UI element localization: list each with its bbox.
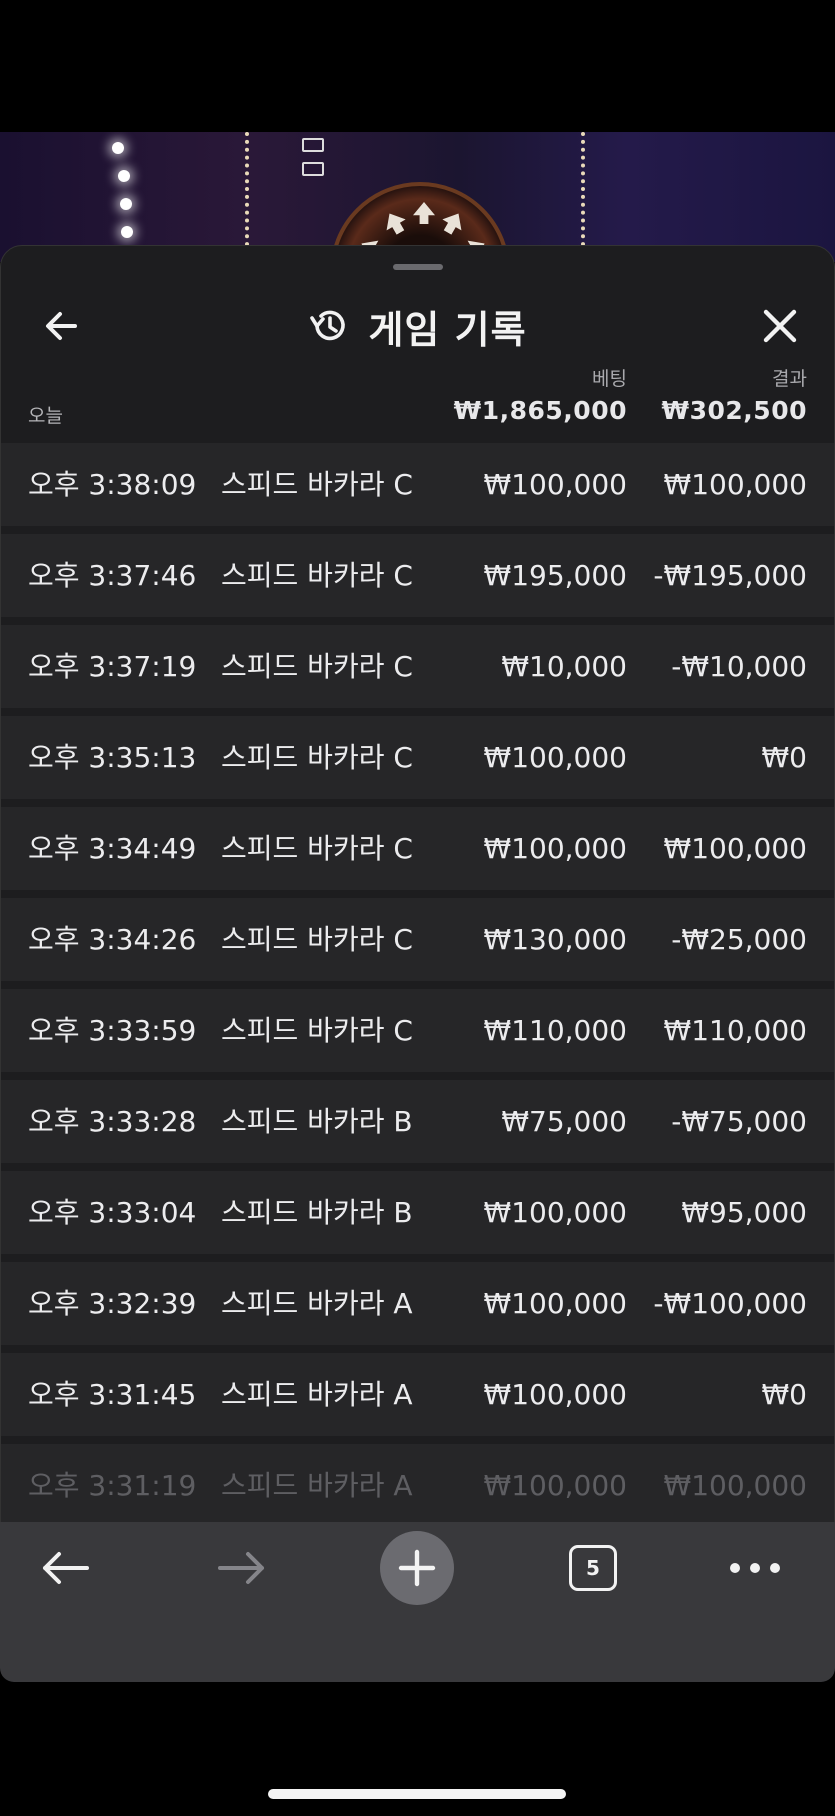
row-result: ₩100,000 <box>663 1469 807 1502</box>
row-time: 오후 3:31:45 <box>28 1378 197 1411</box>
row-game: 스피드 바카라 B <box>221 1196 413 1229</box>
screen-icon <box>302 162 324 176</box>
history-list: 오후 3:38:09 스피드 바카라 C ₩100,000 ₩100,000 오… <box>1 443 834 1524</box>
page-title: 게임 기록 <box>368 307 527 352</box>
row-time: 오후 3:32:39 <box>28 1287 197 1320</box>
sheet-title: 게임 기록 <box>1 286 834 366</box>
row-result: ₩0 <box>761 1378 808 1411</box>
row-time: 오후 3:33:04 <box>28 1196 197 1229</box>
row-bet: ₩100,000 <box>483 741 627 774</box>
row-game: 스피드 바카라 A <box>221 1378 413 1411</box>
table-row[interactable]: 오후 3:33:59 스피드 바카라 C ₩110,000 ₩110,000 <box>1 989 834 1072</box>
row-time: 오후 3:37:46 <box>28 559 197 592</box>
row-bet: ₩100,000 <box>483 832 627 865</box>
arrow-right-icon <box>218 1552 264 1584</box>
row-bet: ₩100,000 <box>483 1469 627 1502</box>
home-indicator[interactable] <box>268 1789 566 1799</box>
row-result: ₩0 <box>761 741 808 774</box>
bet-column-label: 베팅 <box>592 368 627 390</box>
row-game: 스피드 바카라 C <box>221 468 413 501</box>
table-row[interactable]: 오후 3:33:28 스피드 바카라 B ₩75,000 -₩75,000 <box>1 1080 834 1163</box>
light-bulb <box>120 198 132 210</box>
row-bet: ₩110,000 <box>483 1014 627 1047</box>
close-button[interactable] <box>740 286 820 366</box>
row-game: 스피드 바카라 C <box>221 832 413 865</box>
row-bet: ₩100,000 <box>483 1287 627 1320</box>
row-game: 스피드 바카라 A <box>221 1469 413 1502</box>
tabs-button[interactable]: 5 <box>565 1522 621 1614</box>
row-time: 오후 3:33:59 <box>28 1014 197 1047</box>
arrow-left-icon <box>43 1552 89 1584</box>
new-tab-button[interactable] <box>380 1522 454 1614</box>
table-row[interactable]: 오후 3:33:04 스피드 바카라 B ₩100,000 ₩95,000 <box>1 1171 834 1254</box>
row-result: -₩100,000 <box>653 1287 807 1320</box>
row-bet: ₩100,000 <box>483 468 627 501</box>
history-icon <box>310 310 346 341</box>
table-row[interactable]: 오후 3:34:49 스피드 바카라 C ₩100,000 ₩100,000 <box>1 807 834 890</box>
row-game: 스피드 바카라 C <box>221 559 413 592</box>
row-game: 스피드 바카라 A <box>221 1287 413 1320</box>
row-result: ₩110,000 <box>663 1014 807 1047</box>
row-bet: ₩75,000 <box>501 1105 627 1138</box>
row-result: -₩195,000 <box>653 559 807 592</box>
result-column-label: 결과 <box>772 368 807 390</box>
table-row[interactable]: 오후 3:32:39 스피드 바카라 A ₩100,000 -₩100,000 <box>1 1262 834 1345</box>
plus-icon <box>380 1531 454 1605</box>
table-row[interactable]: 오후 3:37:46 스피드 바카라 C ₩195,000 -₩195,000 <box>1 534 834 617</box>
row-time: 오후 3:34:49 <box>28 832 197 865</box>
table-row[interactable]: 오후 3:37:19 스피드 바카라 C ₩10,000 -₩10,000 <box>1 625 834 708</box>
table-row[interactable]: 오후 3:34:26 스피드 바카라 C ₩130,000 -₩25,000 <box>1 898 834 981</box>
row-game: 스피드 바카라 C <box>221 741 413 774</box>
table-row[interactable]: 오후 3:31:19 스피드 바카라 A ₩100,000 ₩100,000 <box>1 1444 834 1524</box>
table-row[interactable]: 오후 3:35:13 스피드 바카라 C ₩100,000 ₩0 <box>1 716 834 799</box>
light-bulb <box>118 170 130 182</box>
light-bulb <box>121 226 133 238</box>
row-result: ₩100,000 <box>663 468 807 501</box>
browser-toolbar: 5 <box>0 1522 835 1682</box>
row-result: ₩100,000 <box>663 832 807 865</box>
row-bet: ₩10,000 <box>501 650 627 683</box>
row-result: ₩95,000 <box>681 1196 807 1229</box>
more-button[interactable] <box>722 1522 788 1614</box>
game-history-sheet: 게임 기록 베팅 결과 오늘 ₩1,865,000 ₩302,500 오후 3:… <box>0 245 835 1525</box>
more-horizontal-icon <box>730 1563 780 1573</box>
row-time: 오후 3:37:19 <box>28 650 197 683</box>
row-time: 오후 3:33:28 <box>28 1105 197 1138</box>
summary-header: 베팅 결과 오늘 ₩1,865,000 ₩302,500 <box>1 356 834 436</box>
row-bet: ₩130,000 <box>483 923 627 956</box>
row-game: 스피드 바카라 B <box>221 1105 413 1138</box>
row-bet: ₩100,000 <box>483 1378 627 1411</box>
row-time: 오후 3:38:09 <box>28 468 197 501</box>
sheet-grabber[interactable] <box>393 264 443 270</box>
bet-total: ₩1,865,000 <box>453 396 627 425</box>
game-stream-backdrop <box>0 132 835 262</box>
row-result: -₩25,000 <box>671 923 807 956</box>
row-game: 스피드 바카라 C <box>221 923 413 956</box>
tab-count: 5 <box>569 1545 617 1591</box>
period-label: 오늘 <box>28 405 63 427</box>
browser-forward-button[interactable] <box>207 1522 277 1614</box>
row-result: -₩75,000 <box>671 1105 807 1138</box>
result-total: ₩302,500 <box>661 396 807 425</box>
browser-back-button[interactable] <box>30 1522 100 1614</box>
screen-icon <box>302 138 324 152</box>
row-bet: ₩100,000 <box>483 1196 627 1229</box>
table-row[interactable]: 오후 3:38:09 스피드 바카라 C ₩100,000 ₩100,000 <box>1 443 834 526</box>
light-bulb <box>112 142 124 154</box>
row-time: 오후 3:34:26 <box>28 923 197 956</box>
sheet-header: 게임 기록 <box>1 286 834 366</box>
table-row[interactable]: 오후 3:31:45 스피드 바카라 A ₩100,000 ₩0 <box>1 1353 834 1436</box>
row-bet: ₩195,000 <box>483 559 627 592</box>
row-game: 스피드 바카라 C <box>221 1014 413 1047</box>
close-icon <box>763 309 797 343</box>
row-game: 스피드 바카라 C <box>221 650 413 683</box>
row-time: 오후 3:31:19 <box>28 1469 197 1502</box>
row-time: 오후 3:35:13 <box>28 741 197 774</box>
row-result: -₩10,000 <box>671 650 807 683</box>
